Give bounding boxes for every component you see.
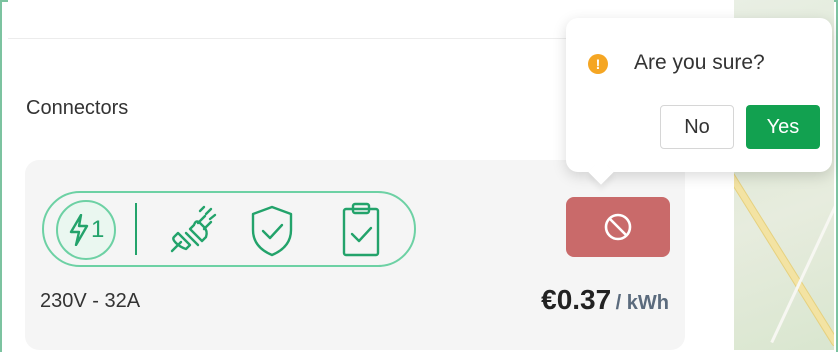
yes-button[interactable]: Yes <box>746 105 820 149</box>
connector-number: 1 <box>91 216 105 243</box>
exclamation-circle-icon: ! <box>588 54 608 74</box>
price-unit: / kWh <box>615 292 669 314</box>
no-button[interactable]: No <box>660 105 734 149</box>
connector-number-badge: 1 <box>56 200 116 260</box>
section-title: Connectors <box>26 97 129 119</box>
clipboard-check-icon <box>342 202 380 257</box>
popover-title: Are you sure? <box>634 51 765 74</box>
divider <box>135 203 137 255</box>
confirm-popover: ! Are you sure? No Yes <box>566 18 832 185</box>
plug-icon <box>170 205 217 253</box>
shield-check-icon <box>251 205 293 257</box>
connector-price: €0.37 / kWh <box>541 284 669 316</box>
connector-status-pill: 1 <box>42 191 416 267</box>
stop-charging-button[interactable] <box>566 197 670 257</box>
bolt-icon <box>69 214 89 246</box>
connector-card: 1 230V - 32A €0.37 / kWh <box>25 160 685 350</box>
connector-rating: 230V - 32A <box>40 290 141 312</box>
price-amount: €0.37 <box>541 284 612 315</box>
ban-icon <box>604 213 632 241</box>
